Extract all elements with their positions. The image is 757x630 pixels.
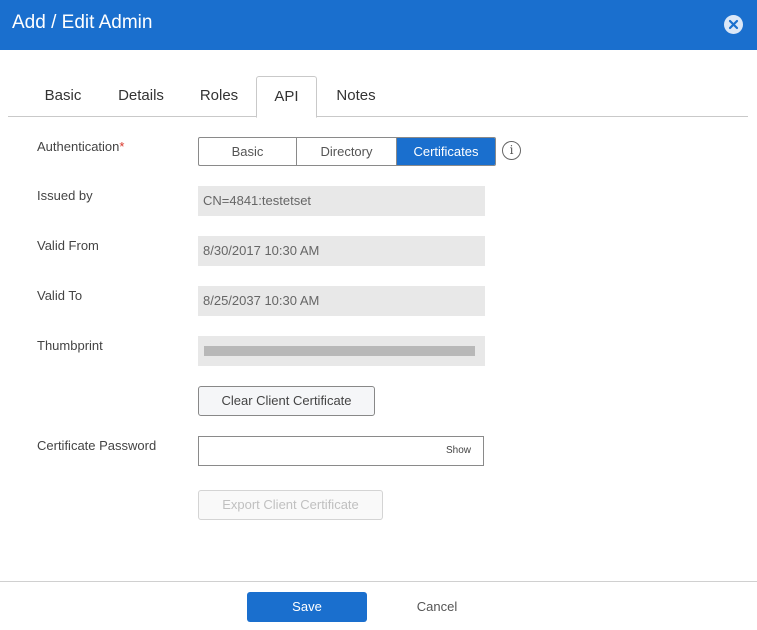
dialog-header: Add / Edit Admin — [0, 0, 757, 50]
redacted-value — [204, 346, 475, 356]
show-password-toggle[interactable]: Show — [446, 445, 471, 456]
required-marker: * — [119, 139, 125, 154]
certificate-password-label: Certificate Password — [37, 438, 157, 453]
valid-from-field: 8/30/2017 10:30 AM — [198, 236, 485, 266]
authentication-label-text: Authentication — [37, 139, 120, 154]
dialog-footer: Save Cancel — [0, 581, 757, 630]
dialog-title: Add / Edit Admin — [12, 12, 153, 33]
cancel-button[interactable]: Cancel — [390, 592, 484, 622]
tab-bar: Basic Details Roles API Notes — [8, 76, 748, 118]
issued-by-label: Issued by — [37, 188, 93, 203]
auth-option-directory[interactable]: Directory — [297, 138, 397, 165]
close-icon[interactable] — [724, 15, 743, 34]
tab-details[interactable]: Details — [109, 76, 173, 117]
auth-option-basic[interactable]: Basic — [199, 138, 297, 165]
certificate-password-field: Show — [198, 436, 484, 466]
issued-by-field: CN=4841:testetset — [198, 186, 485, 216]
tab-notes[interactable]: Notes — [327, 76, 385, 117]
tab-api[interactable]: API — [256, 76, 317, 118]
clear-client-certificate-button[interactable]: Clear Client Certificate — [198, 386, 375, 416]
authentication-segmented-control: Basic Directory Certificates — [198, 137, 496, 166]
thumbprint-field — [198, 336, 485, 366]
info-icon[interactable]: i — [502, 141, 521, 160]
valid-from-label: Valid From — [37, 238, 99, 253]
export-client-certificate-button: Export Client Certificate — [198, 490, 383, 520]
valid-to-label: Valid To — [37, 288, 83, 303]
auth-option-certificates[interactable]: Certificates — [397, 138, 495, 165]
tab-basic[interactable]: Basic — [33, 76, 93, 117]
thumbprint-label: Thumbprint — [37, 338, 103, 353]
tab-roles[interactable]: Roles — [192, 76, 246, 117]
valid-to-field: 8/25/2037 10:30 AM — [198, 286, 485, 316]
save-button[interactable]: Save — [247, 592, 367, 622]
authentication-label: Authentication* — [37, 139, 124, 154]
certificate-password-input[interactable] — [199, 437, 429, 465]
